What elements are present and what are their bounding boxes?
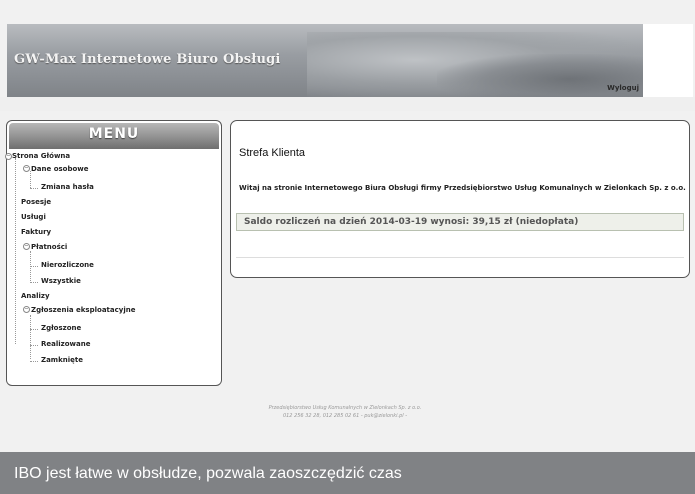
welcome-text: Witaj na stronie Internetowego Biura Obs… bbox=[239, 184, 686, 192]
collapse-icon[interactable]: − bbox=[23, 306, 30, 313]
tree-line bbox=[30, 329, 38, 330]
content-divider bbox=[236, 257, 684, 258]
menu-item-wszystkie[interactable]: Wszystkie bbox=[41, 277, 81, 285]
menu-header: MENU bbox=[9, 123, 219, 149]
tree-line bbox=[30, 171, 31, 188]
tree-line bbox=[30, 345, 38, 346]
menu-item-posesje[interactable]: Posesje bbox=[21, 198, 51, 206]
page-footer: Przedsiębiorstwo Usług Komunalnych w Zie… bbox=[230, 404, 460, 420]
menu-item-analizy[interactable]: Analizy bbox=[21, 292, 50, 300]
menu-item-realizowane[interactable]: Realizowane bbox=[41, 340, 90, 348]
header-corner bbox=[643, 24, 693, 97]
menu-item-zamkniete[interactable]: Zamknięte bbox=[41, 356, 83, 364]
collapse-icon[interactable]: − bbox=[23, 165, 30, 172]
menu-item-zmiana-hasla[interactable]: Zmiana hasła bbox=[41, 183, 94, 191]
tree-line bbox=[30, 282, 38, 283]
menu-panel: MENU − − − − Strona Główna Dane osobowe … bbox=[5, 120, 222, 386]
menu-title: MENU bbox=[88, 126, 140, 142]
menu-item-uslugi[interactable]: Usługi bbox=[21, 213, 46, 221]
menu-item-zgloszenia-eksploatacyjne[interactable]: Zgłoszenia eksploatacyjne bbox=[31, 306, 135, 314]
tree-line bbox=[30, 315, 31, 359]
collapse-icon[interactable]: − bbox=[5, 153, 12, 160]
menu-item-platnosci[interactable]: Płatności bbox=[31, 243, 67, 251]
logout-link[interactable]: Wyloguj bbox=[607, 84, 639, 92]
menu-item-faktury[interactable]: Faktury bbox=[21, 228, 51, 236]
tree-line bbox=[15, 158, 16, 344]
tree-line bbox=[30, 266, 38, 267]
caption-bar: IBO jest łatwe w obsłudze, pozwala zaosz… bbox=[0, 452, 695, 494]
collapse-icon[interactable]: − bbox=[23, 243, 30, 250]
page-title: Strefa Klienta bbox=[239, 147, 306, 159]
app-frame: GW-Max Internetowe Biuro Obsługi Wyloguj… bbox=[0, 0, 695, 452]
tree-line bbox=[30, 361, 38, 362]
menu-item-nierozliczone[interactable]: Nierozliczone bbox=[41, 261, 94, 269]
footer-company: Przedsiębiorstwo Usług Komunalnych w Zie… bbox=[268, 405, 422, 411]
menu-item-strona-glowna[interactable]: Strona Główna bbox=[12, 152, 70, 160]
balance-text: Saldo rozliczeń na dzień 2014-03-19 wyno… bbox=[244, 217, 579, 227]
caption-text: IBO jest łatwe w obsłudze, pozwala zaosz… bbox=[14, 465, 402, 482]
footer-contact: 012 256 32 28, 012 285 02 61 - puk@zielo… bbox=[282, 413, 408, 419]
menu-item-zgloszone[interactable]: Zgłoszone bbox=[41, 324, 81, 332]
menu-item-dane-osobowe[interactable]: Dane osobowe bbox=[31, 165, 89, 173]
app-title: GW-Max Internetowe Biuro Obsługi bbox=[14, 52, 281, 67]
tree-line bbox=[30, 188, 38, 189]
page-header-banner: GW-Max Internetowe Biuro Obsługi Wyloguj bbox=[7, 24, 643, 97]
content-panel: Strefa Klienta Witaj na stronie Internet… bbox=[230, 120, 690, 278]
header-divider bbox=[0, 97, 695, 111]
balance-box: Saldo rozliczeń na dzień 2014-03-19 wyno… bbox=[236, 213, 684, 231]
